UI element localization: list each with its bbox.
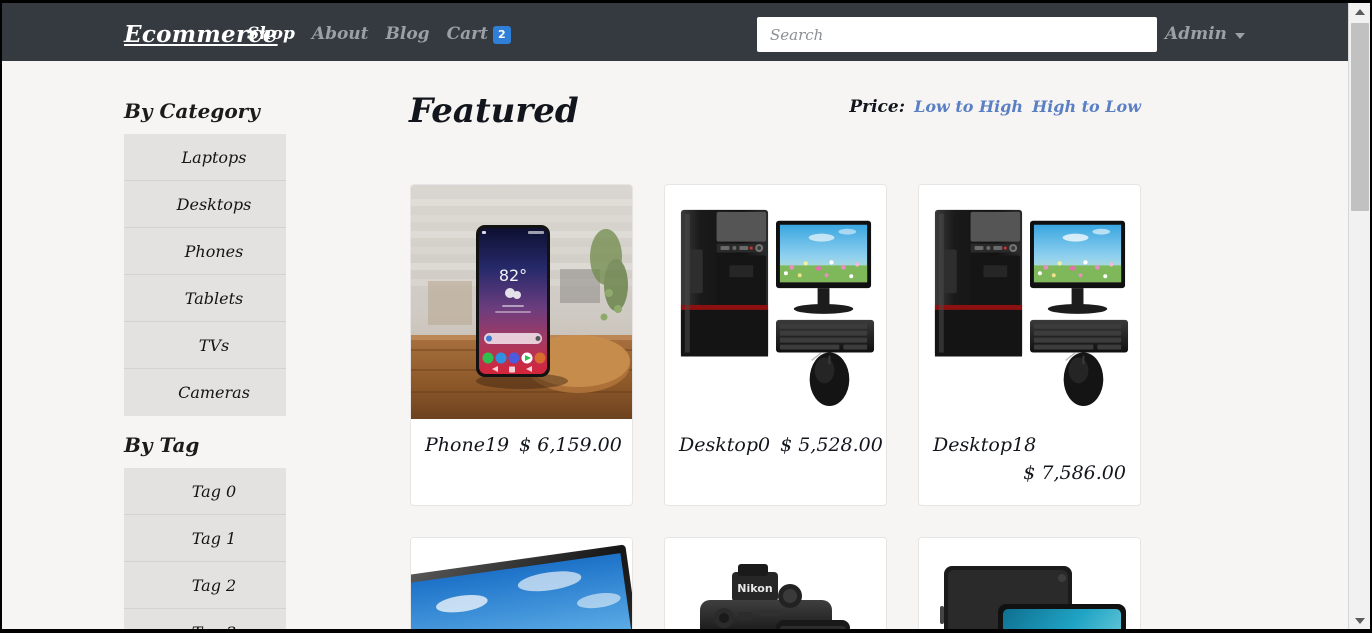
scrollbar-thumb[interactable] bbox=[1351, 23, 1369, 211]
top-navbar: Ecommerce Shop About Blog Cart 2 Admin bbox=[2, 3, 1350, 61]
sort-high-to-low-link[interactable]: High to Low bbox=[1032, 97, 1141, 116]
search-input[interactable] bbox=[757, 17, 1157, 52]
admin-dropdown-label: Admin bbox=[1165, 24, 1227, 44]
svg-text:Nikon: Nikon bbox=[737, 582, 772, 595]
sidebar-item-tag-2[interactable]: Tag 2 bbox=[124, 562, 286, 609]
product-name: Phone19 bbox=[425, 434, 510, 456]
product-card[interactable]: Nikon bbox=[664, 537, 887, 629]
scroll-down-button[interactable] bbox=[1349, 612, 1370, 629]
svg-text:82°: 82° bbox=[499, 266, 527, 285]
cart-count-badge: 2 bbox=[492, 26, 511, 44]
sidebar-item-tablets[interactable]: Tablets bbox=[124, 275, 286, 322]
product-price: $ 7,586.00 bbox=[1023, 461, 1126, 484]
sidebar-item-phones[interactable]: Phones bbox=[124, 228, 286, 275]
sidebar-item-laptops[interactable]: Laptops bbox=[124, 134, 286, 181]
product-card[interactable] bbox=[918, 537, 1141, 629]
product-image-camera: Nikon bbox=[665, 538, 886, 629]
product-image-tv bbox=[411, 538, 632, 629]
chevron-down-icon bbox=[1355, 618, 1365, 624]
product-image-desktop bbox=[919, 185, 1140, 419]
product-info: Phone19 $ 6,159.00 bbox=[411, 419, 632, 478]
product-grid: 82° Phone19 $ 6,159.00 Desktop0 $ 5,528.… bbox=[410, 184, 1142, 629]
filter-sidebar: By Category Laptops Desktops Phones Tabl… bbox=[124, 99, 286, 629]
price-sort-bar: Price: Low to High High to Low bbox=[849, 97, 1141, 117]
page-title: Featured bbox=[409, 91, 579, 131]
sort-label: Price: bbox=[849, 97, 905, 117]
desktop-computer-set-photo bbox=[927, 194, 1132, 410]
product-card[interactable] bbox=[410, 537, 633, 629]
cart-label: Cart bbox=[446, 24, 488, 44]
sidebar-item-tag-0[interactable]: Tag 0 bbox=[124, 468, 286, 515]
sidebar-item-tvs[interactable]: TVs bbox=[124, 322, 286, 369]
product-card[interactable]: 82° Phone19 $ 6,159.00 bbox=[410, 184, 633, 507]
scroll-up-button[interactable] bbox=[1349, 3, 1370, 21]
page-content: Ecommerce Shop About Blog Cart 2 Admin B… bbox=[2, 3, 1350, 629]
product-price: $ 5,528.00 bbox=[780, 434, 883, 456]
product-image-tablet bbox=[919, 538, 1140, 629]
nav-link-blog[interactable]: Blog bbox=[386, 24, 430, 44]
tag-filter-list: Tag 0 Tag 1 Tag 2 Tag 3 bbox=[124, 468, 286, 629]
sidebar-item-cameras[interactable]: Cameras bbox=[124, 369, 286, 416]
product-name: Desktop0 bbox=[679, 434, 771, 456]
vertical-scrollbar[interactable] bbox=[1348, 3, 1370, 629]
chevron-up-icon bbox=[1355, 9, 1365, 15]
product-info: Desktop0 $ 5,528.00 bbox=[665, 419, 886, 478]
product-info: Desktop18 $ 7,586.00 bbox=[919, 419, 1140, 505]
product-card[interactable]: Desktop18 $ 7,586.00 bbox=[918, 184, 1141, 507]
sort-low-to-high-link[interactable]: Low to High bbox=[914, 97, 1023, 116]
product-name: Desktop18 bbox=[933, 434, 1037, 456]
smartphone-on-table-photo: 82° bbox=[411, 185, 632, 419]
category-filter-list: Laptops Desktops Phones Tablets TVs Came… bbox=[124, 134, 286, 416]
nikon-dslr-camera-photo: Nikon bbox=[673, 546, 878, 629]
sidebar-item-tag-3[interactable]: Tag 3 bbox=[124, 609, 286, 629]
sidebar-item-desktops[interactable]: Desktops bbox=[124, 181, 286, 228]
nav-link-about[interactable]: About bbox=[312, 24, 369, 44]
nav-links: Shop About Blog Cart 2 bbox=[247, 24, 511, 44]
sidebar-item-tag-1[interactable]: Tag 1 bbox=[124, 515, 286, 562]
television-mountain-biker-photo bbox=[411, 538, 632, 629]
category-filter-heading: By Category bbox=[124, 99, 260, 123]
tablets-wave-screen-photo bbox=[927, 546, 1132, 629]
browser-viewport: Ecommerce Shop About Blog Cart 2 Admin B… bbox=[0, 0, 1372, 633]
product-price: $ 6,159.00 bbox=[519, 434, 622, 456]
admin-dropdown[interactable]: Admin bbox=[1165, 24, 1245, 44]
desktop-computer-set-photo bbox=[673, 194, 878, 410]
tag-filter-heading: By Tag bbox=[124, 433, 200, 457]
chevron-down-icon bbox=[1234, 33, 1245, 39]
nav-link-cart[interactable]: Cart 2 bbox=[447, 24, 511, 44]
product-card[interactable]: Desktop0 $ 5,528.00 bbox=[664, 184, 887, 507]
product-image-phone: 82° bbox=[411, 185, 632, 419]
product-image-desktop bbox=[665, 185, 886, 419]
nav-link-shop[interactable]: Shop bbox=[247, 24, 295, 44]
